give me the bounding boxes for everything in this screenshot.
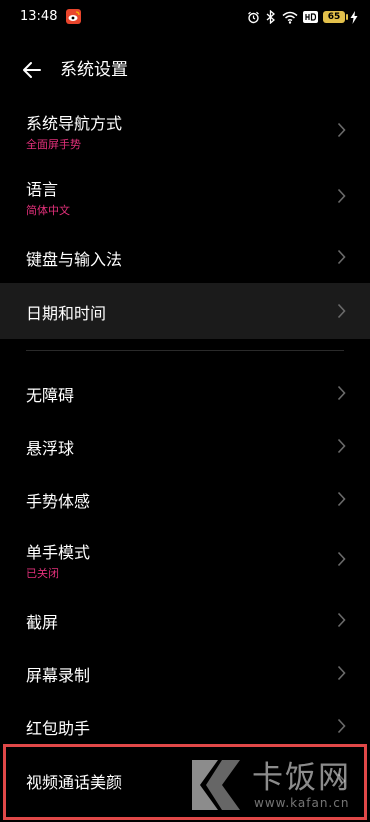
setting-label: 手势体感	[26, 492, 91, 511]
setting-value: 全面屏手势	[26, 138, 81, 151]
watermark-brand: 卡饭网	[252, 760, 351, 796]
weibo-icon	[66, 9, 81, 24]
setting-label: 屏幕录制	[26, 666, 91, 685]
charging-icon	[350, 10, 358, 24]
setting-item-language[interactable]: 语言 简体中文	[0, 166, 370, 226]
battery-level: 65	[327, 12, 341, 22]
watermark: 卡饭网 www.kafan.cn	[182, 752, 362, 820]
alarm-icon	[248, 11, 259, 23]
kafan-logo-icon	[192, 760, 240, 810]
setting-item-one-hand-mode[interactable]: 单手模式 已关闭	[0, 529, 370, 589]
chevron-right-icon	[337, 385, 346, 401]
setting-item-keyboard-input[interactable]: 键盘与输入法	[0, 232, 370, 282]
setting-label: 截屏	[26, 613, 59, 632]
chevron-right-icon	[337, 551, 346, 567]
setting-value: 简体中文	[26, 204, 70, 217]
setting-item-accessibility[interactable]: 无障碍	[0, 368, 370, 418]
chevron-right-icon	[337, 612, 346, 628]
status-bar: 13:48 65	[0, 0, 370, 34]
setting-label: 日期和时间	[26, 304, 107, 323]
setting-label: 键盘与输入法	[26, 250, 123, 269]
setting-label: 无障碍	[26, 386, 75, 405]
chevron-right-icon	[337, 438, 346, 454]
status-icons: 65	[247, 9, 358, 25]
setting-item-red-packet-assistant[interactable]: 红包助手	[0, 701, 370, 751]
setting-label: 系统导航方式	[26, 114, 123, 133]
chevron-right-icon	[337, 718, 346, 734]
setting-item-date-time[interactable]: 日期和时间	[0, 283, 370, 339]
setting-item-screen-recording[interactable]: 屏幕录制	[0, 648, 370, 698]
setting-item-floating-ball[interactable]: 悬浮球	[0, 421, 370, 471]
chevron-right-icon	[337, 491, 346, 507]
setting-label: 红包助手	[26, 719, 91, 738]
header: 系统设置	[0, 50, 370, 90]
chevron-right-icon	[337, 665, 346, 681]
back-arrow-icon[interactable]	[20, 58, 44, 82]
bluetooth-icon	[266, 10, 275, 24]
chevron-right-icon	[337, 303, 346, 319]
setting-label: 语言	[26, 180, 59, 199]
section-divider	[26, 350, 344, 351]
setting-label: 悬浮球	[26, 439, 75, 458]
setting-label: 视频通话美颜	[26, 773, 123, 792]
chevron-right-icon	[337, 249, 346, 265]
setting-item-screenshot[interactable]: 截屏	[0, 595, 370, 645]
setting-item-gesture-motion[interactable]: 手势体感	[0, 474, 370, 524]
battery-icon: 65	[323, 11, 348, 23]
page-title: 系统设置	[60, 60, 128, 80]
wifi-icon	[282, 11, 298, 24]
setting-item-navigation-mode[interactable]: 系统导航方式 全面屏手势	[0, 100, 370, 160]
setting-value: 已关闭	[26, 567, 59, 580]
status-time: 13:48	[20, 9, 58, 24]
chevron-right-icon	[337, 188, 346, 204]
setting-label: 单手模式	[26, 543, 91, 562]
hd-icon	[303, 11, 318, 23]
watermark-url: www.kafan.cn	[254, 796, 350, 810]
chevron-right-icon	[337, 122, 346, 138]
